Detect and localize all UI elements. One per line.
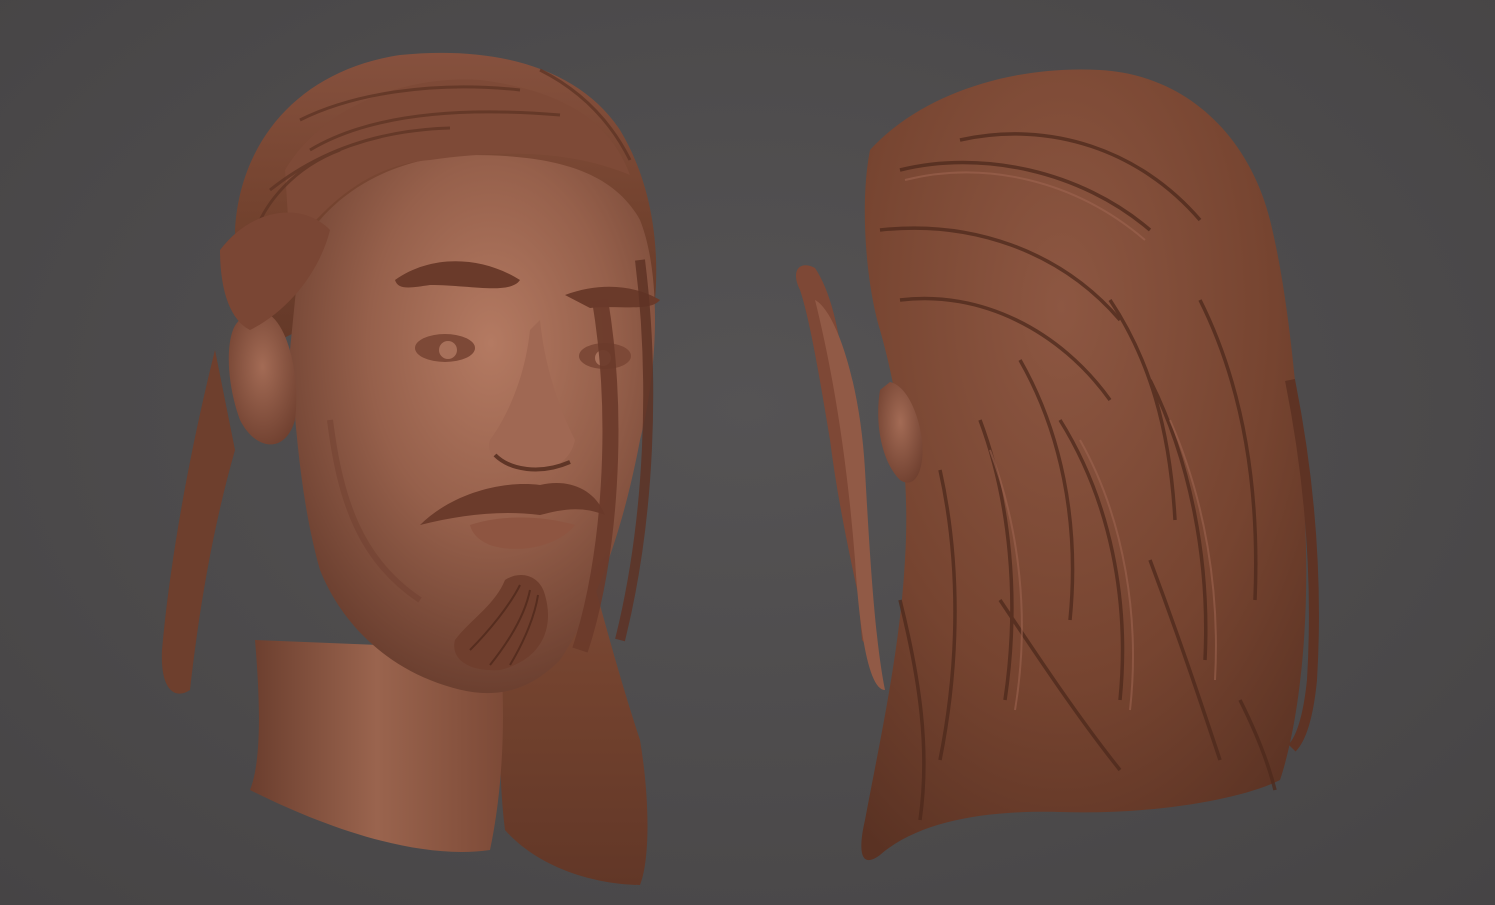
sculpt-viewport[interactable] — [0, 0, 1495, 905]
back-three-quarter-view — [795, 69, 1319, 861]
front-three-quarter-view — [161, 52, 660, 885]
sculpt-canvas — [161, 52, 1319, 885]
